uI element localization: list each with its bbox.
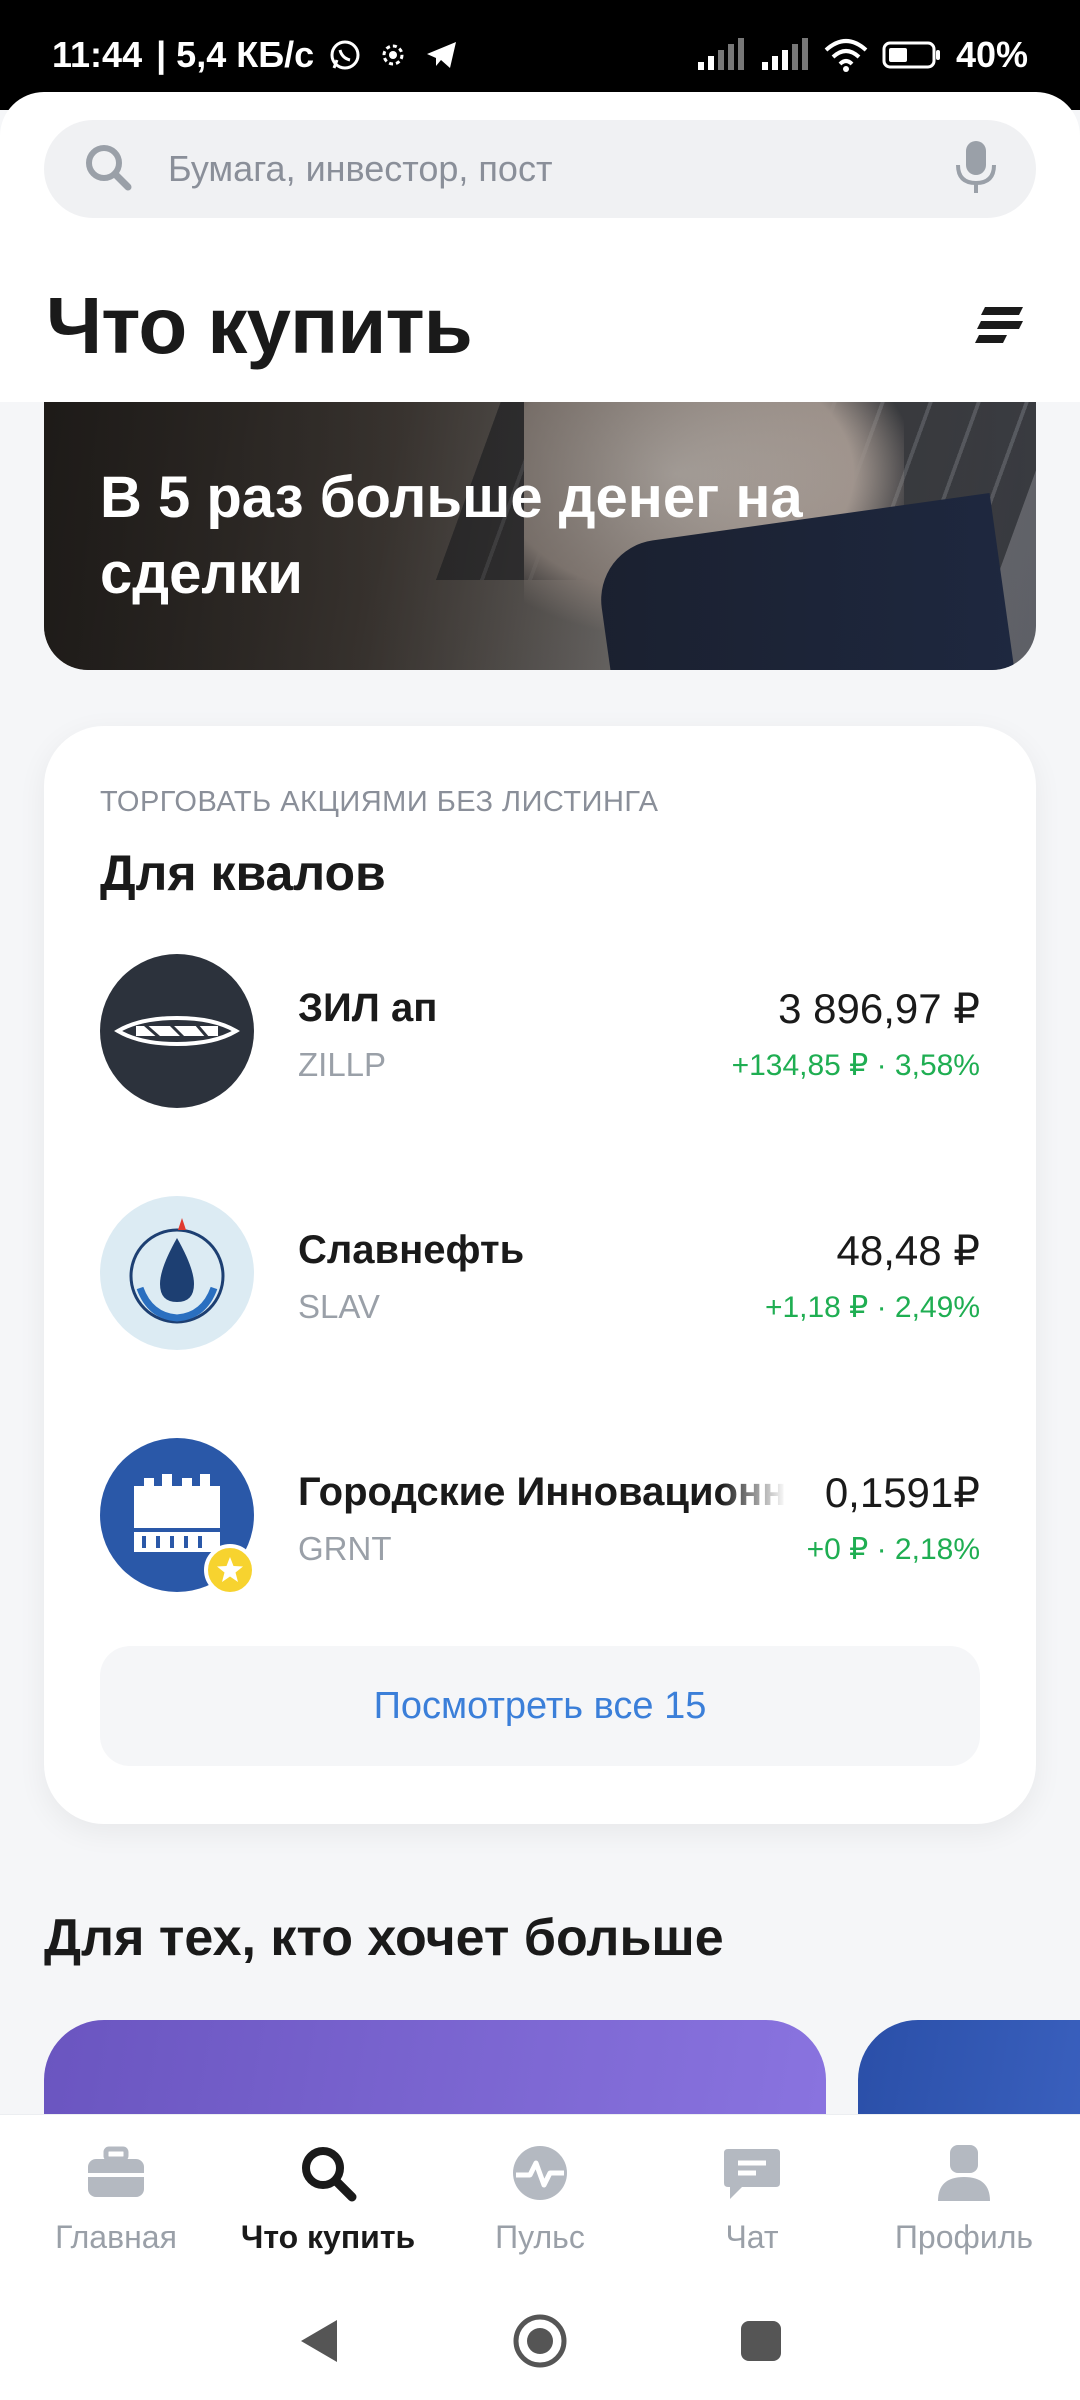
stock-change: +0 ₽ · 2,18% bbox=[806, 1533, 980, 1566]
see-all-button[interactable]: Посмотреть все 15 bbox=[100, 1646, 980, 1766]
nav-item-pulse[interactable]: Пульс bbox=[434, 2115, 646, 2286]
top-sheet: Что купить bbox=[0, 92, 1080, 402]
search-bar[interactable] bbox=[44, 120, 1036, 218]
card-overline: ТОРГОВАТЬ АКЦИЯМИ БЕЗ ЛИСТИНГА bbox=[100, 786, 659, 818]
system-nav-bar bbox=[0, 2286, 1080, 2400]
signal-2-icon bbox=[760, 38, 810, 72]
nav-item-home[interactable]: Главная bbox=[10, 2115, 222, 2286]
microphone-icon[interactable] bbox=[954, 139, 998, 200]
page-title: Что купить bbox=[46, 281, 473, 370]
stock-row-slav[interactable]: Славнефть SLAV 48,48 ₽ +1,18 ₽ · 2,49% bbox=[100, 1196, 980, 1356]
wifi-icon bbox=[824, 38, 868, 72]
stock-name: Славнефть bbox=[298, 1228, 525, 1272]
telegram-icon bbox=[424, 38, 460, 72]
search-icon bbox=[82, 141, 134, 198]
status-time: 11:44 bbox=[52, 34, 143, 75]
kval-stocks-card: ТОРГОВАТЬ АКЦИЯМИ БЕЗ ЛИСТИНГА Для квало… bbox=[44, 726, 1036, 1824]
section-title: Для тех, кто хочет больше bbox=[44, 1909, 724, 1967]
home-circle-icon[interactable] bbox=[511, 2312, 569, 2375]
stock-row-zillp[interactable]: ЗИЛ ап ZILLP 3 896,97 ₽ +134,85 ₽ · 3,58… bbox=[100, 954, 980, 1114]
menu-button[interactable] bbox=[966, 292, 1036, 362]
search-icon bbox=[296, 2141, 360, 2205]
nav-item-what-to-buy[interactable]: Что купить bbox=[222, 2115, 434, 2286]
profile-icon bbox=[932, 2141, 996, 2205]
gear-notification-icon bbox=[376, 38, 410, 72]
stock-change: +134,85 ₽ · 3,58% bbox=[731, 1049, 980, 1082]
status-network-speed: | 5,4 КБ/с bbox=[156, 34, 315, 75]
whatsapp-icon bbox=[328, 38, 362, 72]
nav-label: Чат bbox=[725, 2219, 779, 2255]
chat-icon bbox=[720, 2141, 784, 2205]
stock-price: 0,1591₽ bbox=[824, 1469, 980, 1516]
promo-banner[interactable]: В 5 раз больше денег на сделки bbox=[44, 360, 1036, 670]
nav-item-profile[interactable]: Профиль bbox=[858, 2115, 1070, 2286]
banner-text: В 5 раз больше денег на сделки bbox=[100, 465, 803, 606]
menu-lines-icon bbox=[975, 301, 1027, 354]
stock-name: Городские Инновационные bbox=[298, 1470, 786, 1514]
pulse-icon bbox=[508, 2141, 572, 2205]
stock-ticker: SLAV bbox=[298, 1288, 380, 1325]
slavneft-logo bbox=[100, 1196, 254, 1350]
stock-ticker: ZILLP bbox=[298, 1046, 387, 1083]
card-title: Для квалов bbox=[100, 845, 386, 901]
zil-logo bbox=[100, 954, 254, 1108]
nav-label: Профиль bbox=[894, 2219, 1034, 2255]
stock-row-grnt[interactable]: Городские Инновационные GRNT 0,1591₽ +0 … bbox=[100, 1438, 980, 1598]
stock-price: 48,48 ₽ bbox=[836, 1227, 981, 1274]
briefcase-icon bbox=[84, 2141, 148, 2205]
bottom-nav: Главная Что купить Пульс Чат Профиль bbox=[0, 2114, 1080, 2286]
nav-label: Что купить bbox=[240, 2219, 416, 2255]
nav-label: Пульс bbox=[495, 2219, 585, 2255]
status-right: 40% bbox=[696, 34, 1028, 76]
battery-icon bbox=[882, 38, 942, 72]
recents-icon[interactable] bbox=[739, 2319, 783, 2368]
signal-icon bbox=[696, 38, 746, 72]
stock-price: 3 896,97 ₽ bbox=[778, 985, 980, 1032]
battery-percent: 40% bbox=[955, 34, 1028, 75]
name-fade bbox=[720, 1468, 786, 1524]
favorite-star-icon bbox=[204, 1544, 256, 1601]
status-left: 11:44 | 5,4 КБ/с bbox=[52, 34, 460, 76]
stock-ticker: GRNT bbox=[298, 1530, 392, 1567]
search-input[interactable] bbox=[168, 148, 954, 190]
nav-item-chat[interactable]: Чат bbox=[646, 2115, 858, 2286]
back-icon[interactable] bbox=[297, 2316, 341, 2371]
stock-name: ЗИЛ ап bbox=[298, 986, 438, 1030]
stock-change: +1,18 ₽ · 2,49% bbox=[764, 1291, 980, 1324]
nav-label: Главная bbox=[55, 2219, 177, 2255]
